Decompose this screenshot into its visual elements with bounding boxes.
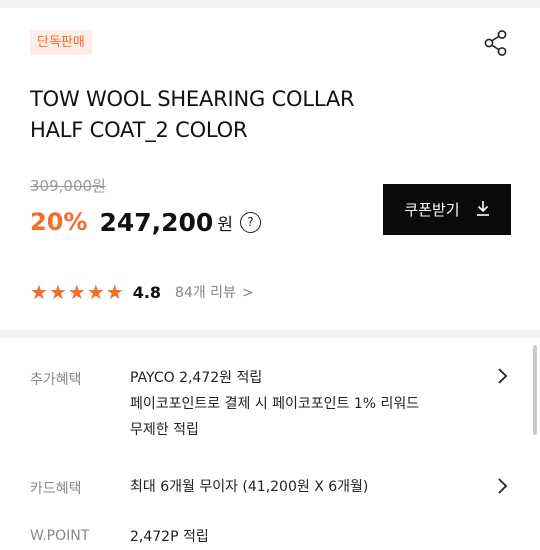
benefit-text-extra: PAYCO 2,472원 적립 페이코포인트로 결제 시 페이코포인트 1% 리… — [130, 365, 419, 443]
benefit-line: 페이코포인트로 결제 시 페이코포인트 1% 리워드 — [130, 396, 420, 412]
benefit-text-card: 최대 6개월 무이자 (41,200원 X 6개월) — [130, 474, 368, 500]
star-rating: ★ ★ ★ ★ ★ — [30, 282, 125, 302]
coupon-button-label: 쿠폰받기 — [404, 201, 460, 219]
share-icon[interactable] — [481, 28, 511, 58]
product-title-line2: HALF COAT_2 COLOR — [30, 118, 248, 142]
star-icon: ★ — [105, 280, 124, 304]
star-icon: ★ — [86, 280, 105, 304]
original-price: 309,000원 — [30, 177, 106, 195]
rating-score: 4.8 — [132, 282, 162, 302]
benefit-line: 최대 6개월 무이자 (41,200원 X 6개월) — [130, 479, 369, 495]
exclusive-badge: 단독판매 — [30, 30, 92, 55]
product-title: TOW WOOL SHEARING COLLAR HALF COAT_2 COL… — [30, 84, 450, 146]
rating-row: ★ ★ ★ ★ ★ 4.8 84개 리뷰 > — [30, 280, 254, 304]
star-icon: ★ — [67, 280, 86, 304]
discount-rate: 20% — [30, 208, 88, 236]
benefit-line: 2,472P 적립 — [130, 529, 209, 545]
sale-price: 247,200 — [99, 207, 214, 237]
benefit-label-wpoint: W.POINT — [30, 528, 90, 544]
star-icon: ★ — [48, 280, 67, 304]
chevron-right-icon[interactable] — [496, 477, 508, 500]
star-icon: ★ — [30, 280, 48, 304]
benefit-line: 무제한 적립 — [130, 422, 199, 438]
section-divider — [0, 330, 540, 338]
benefit-line: PAYCO 2,472원 적립 — [130, 370, 263, 386]
scrollbar[interactable] — [533, 345, 537, 435]
product-title-line1: TOW WOOL SHEARING COLLAR — [30, 87, 355, 111]
currency-unit: 원 — [217, 214, 233, 235]
benefit-text-wpoint: 2,472P 적립 — [130, 524, 209, 550]
question-circle-icon[interactable]: ? — [239, 211, 261, 233]
coupon-download-button[interactable]: 쿠폰받기 — [383, 184, 511, 235]
download-icon — [476, 200, 490, 220]
benefit-label-extra: 추가혜택 — [30, 372, 82, 388]
chevron-right-icon: > — [241, 285, 254, 301]
top-divider — [0, 0, 540, 8]
price-row: 20% 247,200 원 ? — [30, 204, 261, 240]
review-count-link[interactable]: 84개 리뷰 > — [175, 282, 254, 302]
benefit-label-card: 카드혜택 — [30, 481, 82, 497]
review-count: 84개 리뷰 — [175, 285, 236, 301]
chevron-right-icon[interactable] — [496, 367, 508, 390]
